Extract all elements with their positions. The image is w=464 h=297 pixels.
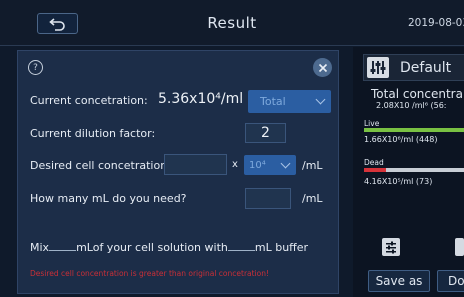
dead-value: 4.16X10⁵/ml (73) xyxy=(364,177,433,186)
save-as-button[interactable]: Save as xyxy=(368,270,430,292)
dilution-factor-field[interactable]: 2 xyxy=(245,123,286,143)
mix-middle-text: mLof your cell solution with xyxy=(76,241,228,254)
chevron-down-icon xyxy=(280,158,291,169)
warning-message: Desired cell concentration is greater th… xyxy=(30,269,270,278)
results-panel: Default Total concentra 2.08X10 /ml⁶ (56… xyxy=(353,47,464,297)
volume-needed-label: How many mL do you need? xyxy=(30,192,187,205)
multiply-symbol: x xyxy=(232,159,238,170)
do-button[interactable]: Do xyxy=(437,270,464,292)
dilution-calculator-dialog: ? Current concetration: 5.36x10⁴/ml Tota… xyxy=(17,50,339,294)
mix-word: Mix xyxy=(30,241,50,254)
mix-cell-volume-blank xyxy=(49,241,77,251)
current-concentration-label: Current concetration: xyxy=(30,94,148,107)
page-title: Result xyxy=(207,14,257,32)
export-icon[interactable] xyxy=(455,238,464,256)
chevron-down-icon xyxy=(315,94,326,105)
equalizer-icon[interactable] xyxy=(367,57,389,78)
dead-bar-track xyxy=(364,168,464,172)
top-bar: Result 2019-08-03 xyxy=(0,0,464,46)
live-value: 1.66X10⁶/ml (448) xyxy=(364,135,438,144)
volume-needed-input[interactable] xyxy=(245,188,291,209)
desired-concentration-label: Desired cell concetration? xyxy=(30,159,174,172)
desired-concentration-input[interactable] xyxy=(164,154,227,175)
date-label: 2019-08-03 xyxy=(408,17,464,29)
dead-bar-fill xyxy=(364,168,386,172)
live-label: Live xyxy=(364,119,380,128)
preset-label: Default xyxy=(400,60,452,76)
unit-suffix: /mL xyxy=(302,192,323,205)
current-dilution-label: Current dilution factor: xyxy=(30,127,156,140)
total-concentration-label: Total concentra xyxy=(371,87,463,101)
power-unit-value: 10⁴ xyxy=(249,159,266,171)
total-concentration-value: 2.08X10 /ml⁶ (56: xyxy=(376,101,447,110)
concentration-type-dropdown[interactable]: Total xyxy=(248,90,331,113)
live-bar-track xyxy=(364,128,464,132)
unit-suffix: /mL xyxy=(302,159,323,172)
concentration-type-value: Total xyxy=(260,95,286,108)
help-icon[interactable]: ? xyxy=(28,60,43,75)
mix-buffer-volume-blank xyxy=(227,241,255,251)
dead-label: Dead xyxy=(364,158,384,167)
close-icon xyxy=(318,63,327,72)
mix-instruction: Mix mLof your cell solution with mL buffer xyxy=(30,241,308,254)
settings-sliders-icon[interactable] xyxy=(382,238,400,256)
power-unit-dropdown[interactable]: 10⁴ xyxy=(244,155,296,175)
close-button[interactable] xyxy=(313,58,332,77)
current-concentration-value: 5.36x10⁴/ml xyxy=(158,91,244,107)
live-bar-fill xyxy=(364,128,464,132)
mix-end-text: mL buffer xyxy=(254,241,309,254)
